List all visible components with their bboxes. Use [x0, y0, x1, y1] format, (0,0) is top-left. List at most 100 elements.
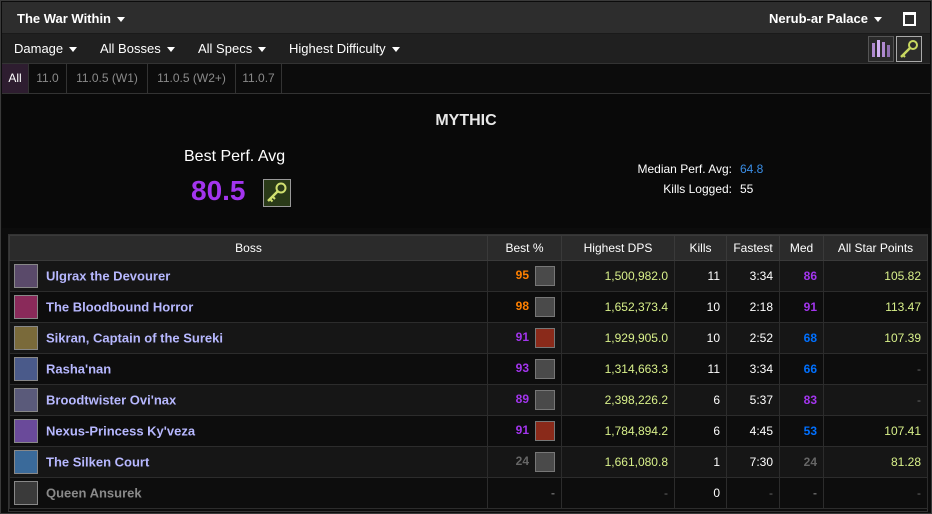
boss-cell[interactable]: Ulgrax the Devourer: [9, 260, 488, 292]
chevron-down-icon: [391, 47, 400, 53]
col-boss[interactable]: Boss: [9, 235, 488, 261]
med-cell: 83: [779, 384, 824, 416]
boss-cell[interactable]: Nexus-Princess Ky'veza: [9, 415, 488, 447]
col-med[interactable]: Med: [779, 235, 824, 261]
tab-11-0[interactable]: 11.0: [29, 64, 67, 93]
raid-view-icon[interactable]: [868, 36, 894, 62]
highest-dps-cell: -: [561, 477, 675, 509]
chevron-down-icon: [258, 47, 267, 53]
col-all-star-points[interactable]: All Star Points: [823, 235, 928, 261]
chevron-down-icon: [69, 47, 78, 53]
boss-cell[interactable]: The Silken Court: [9, 446, 488, 478]
mythic-key-icon: [263, 179, 291, 207]
tab-11-0-7[interactable]: 11.0.7: [236, 64, 282, 93]
boss-name-link[interactable]: Queen Ansurek: [46, 486, 142, 501]
kills-cell: 10: [674, 322, 727, 354]
table-row[interactable]: Broodtwister Ovi'nax 89 2,398,226.2 6 5:37 83…: [9, 384, 928, 416]
bosses-label: All Bosses: [100, 41, 161, 56]
filter-bar: Damage All Bosses All Specs Highest Diff…: [2, 34, 930, 64]
table-row[interactable]: Nexus-Princess Ky'veza 91 1,784,894.2 6 4:45…: [9, 415, 928, 447]
best-pct-cell: 93: [487, 353, 562, 385]
highest-dps-cell: 1,784,894.2: [561, 415, 675, 447]
table-row[interactable]: The Bloodbound Horror 98 1,652,373.4 10 2:18…: [9, 291, 928, 323]
best-pct-value: 91: [515, 330, 529, 345]
arms-icon: [535, 390, 555, 410]
tab-all[interactable]: All: [2, 64, 29, 93]
boss-portrait-icon: [14, 326, 38, 350]
boss-name-link[interactable]: Sikran, Captain of the Sureki: [46, 331, 223, 346]
table-row[interactable]: The Silken Court 24 1,661,080.8 1 7:30 24 81.2…: [9, 446, 928, 478]
expansion-dropdown[interactable]: The War Within: [17, 11, 126, 26]
boss-name-link[interactable]: Nexus-Princess Ky'veza: [46, 424, 195, 439]
fury-icon: [535, 421, 555, 441]
boss-name-link[interactable]: The Silken Court: [46, 455, 149, 470]
arms-icon: [535, 452, 555, 472]
chevron-down-icon: [874, 17, 882, 23]
table-row[interactable]: Sikran, Captain of the Sureki 91 1,929,905…: [9, 322, 928, 354]
boss-cell[interactable]: Rasha'nan: [9, 353, 488, 385]
best-pct-value: 91: [515, 423, 529, 438]
all-star-points-cell: 107.41: [823, 415, 928, 447]
zone-dropdown[interactable]: Nerub-ar Palace: [769, 11, 882, 26]
best-pct-value: -: [551, 486, 555, 500]
difficulty-dropdown[interactable]: Highest Difficulty: [289, 41, 400, 56]
fastest-cell: 2:52: [726, 322, 780, 354]
fury-icon: [535, 328, 555, 348]
best-pct-cell: 91: [487, 322, 562, 354]
boss-name-link[interactable]: Broodtwister Ovi'nax: [46, 393, 176, 408]
arms-icon: [535, 359, 555, 379]
tab-11-0-5-w2[interactable]: 11.0.5 (W2+): [148, 64, 236, 93]
difficulty-heading: MYTHIC: [435, 112, 497, 129]
boss-name-link[interactable]: Rasha'nan: [46, 362, 111, 377]
boss-cell[interactable]: Sikran, Captain of the Sureki: [9, 322, 488, 354]
table-row[interactable]: Rasha'nan 93 1,314,663.3 11 3:34 66-: [9, 353, 928, 385]
boss-cell[interactable]: Broodtwister Ovi'nax: [9, 384, 488, 416]
col-best-pct[interactable]: Best %: [487, 235, 562, 261]
med-cell: 53: [779, 415, 824, 447]
app-frame: The War Within Nerub-ar Palace Damage Al…: [0, 0, 932, 514]
boss-name-link[interactable]: Ulgrax the Devourer: [46, 269, 170, 284]
table-row[interactable]: Queen Ansurek - -0- - -: [9, 477, 928, 509]
specs-dropdown[interactable]: All Specs: [198, 41, 267, 56]
mythic-plus-key-icon[interactable]: [896, 36, 922, 62]
fastest-cell: 5:37: [726, 384, 780, 416]
col-kills[interactable]: Kills: [674, 235, 727, 261]
tab-11-0-5-w1[interactable]: 11.0.5 (W1): [67, 64, 148, 93]
best-pct-cell: 89: [487, 384, 562, 416]
window-square-icon[interactable]: [903, 12, 916, 26]
fastest-cell: 4:45: [726, 415, 780, 447]
kills-cell: 6: [674, 415, 727, 447]
boss-name-link[interactable]: The Bloodbound Horror: [46, 300, 193, 315]
kills-cell: 6: [674, 384, 727, 416]
boss-portrait-icon: [14, 388, 38, 412]
best-pct-value: 98: [515, 299, 529, 314]
highest-dps-cell: 1,500,982.0: [561, 260, 675, 292]
difficulty-label: Highest Difficulty: [289, 41, 386, 56]
best-pct-cell: 95: [487, 260, 562, 292]
all-star-points-cell: 107.39: [823, 322, 928, 354]
bosses-dropdown[interactable]: All Bosses: [100, 41, 175, 56]
highest-dps-cell: 1,929,905.0: [561, 322, 675, 354]
metric-dropdown[interactable]: Damage: [14, 41, 78, 56]
median-perf-value: 64.8: [740, 162, 764, 176]
med-cell: 91: [779, 291, 824, 323]
col-highest-dps[interactable]: Highest DPS: [561, 235, 675, 261]
boss-cell[interactable]: Queen Ansurek: [9, 477, 488, 509]
best-pct-value: 89: [515, 392, 529, 407]
boss-portrait-icon: [14, 450, 38, 474]
med-cell: 66: [779, 353, 824, 385]
all-star-points-cell: -: [823, 477, 928, 509]
all-star-points-cell: 81.28: [823, 446, 928, 478]
highest-dps-cell: 1,652,373.4: [561, 291, 675, 323]
boss-cell[interactable]: The Bloodbound Horror: [9, 291, 488, 323]
col-fastest[interactable]: Fastest: [726, 235, 780, 261]
fastest-cell: 3:34: [726, 353, 780, 385]
best-pct-cell: 98: [487, 291, 562, 323]
table-header-row: Boss Best % Highest DPS Kills Fastest Me…: [9, 235, 928, 261]
kills-cell: 0: [674, 477, 727, 509]
all-star-points-cell: -: [823, 353, 928, 385]
best-pct-value: 93: [515, 361, 529, 376]
table-row[interactable]: Ulgrax the Devourer 95 1,500,982.0 11 3:34 86…: [9, 260, 928, 292]
best-pct-cell: 24: [487, 446, 562, 478]
best-pct-value: 95: [515, 268, 529, 283]
